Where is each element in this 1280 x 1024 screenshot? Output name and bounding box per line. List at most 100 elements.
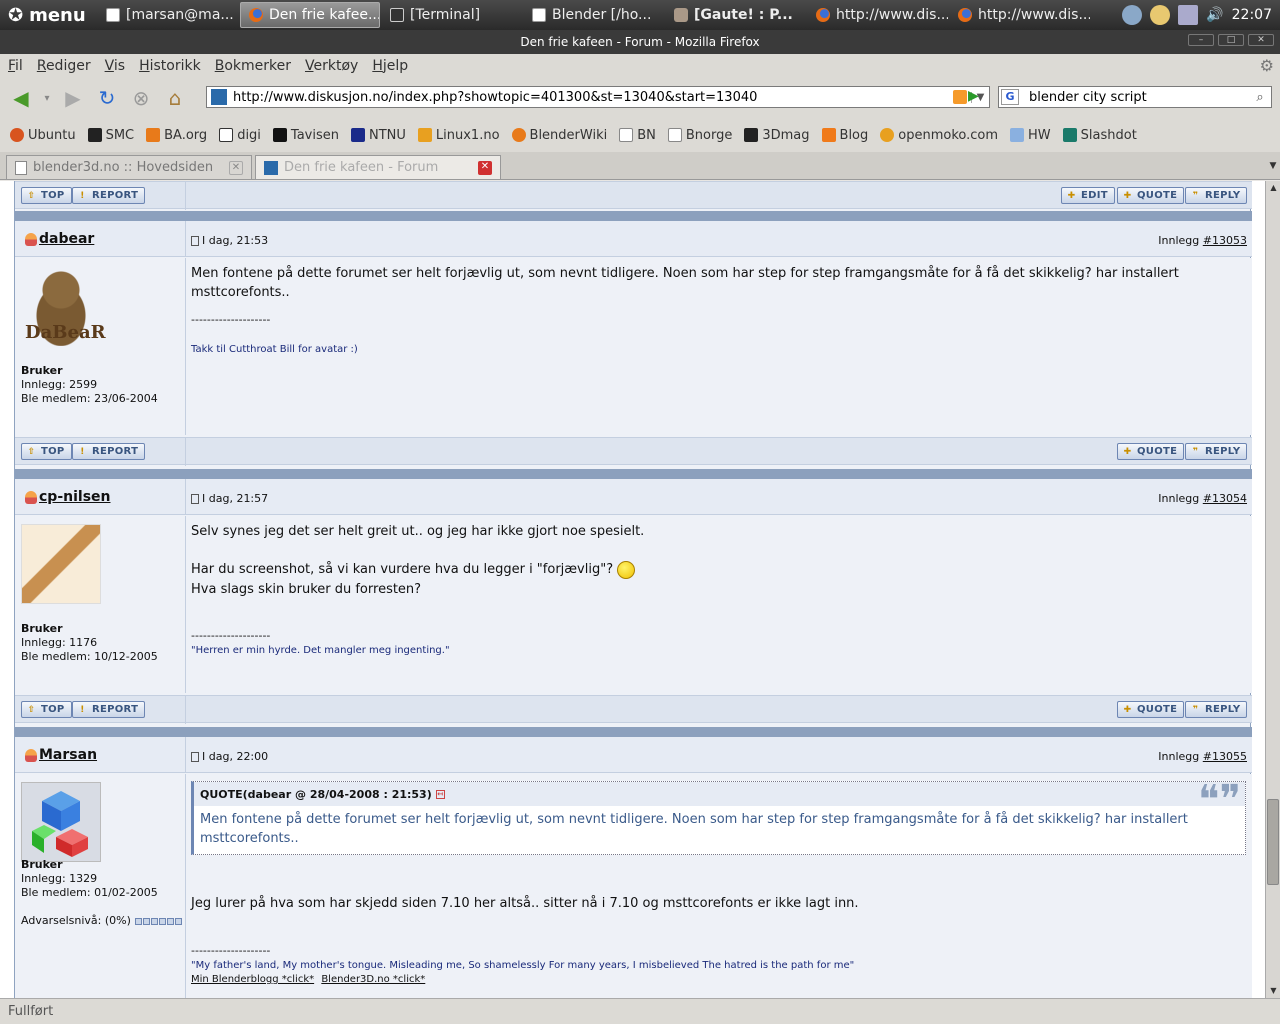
update-icon[interactable] bbox=[1122, 5, 1143, 25]
top-button[interactable]: ⇧ TOP bbox=[21, 443, 72, 460]
menu-edit[interactable]: Rediger bbox=[37, 58, 91, 74]
stop-icon[interactable]: ⊗ bbox=[128, 85, 154, 111]
user-member-since: Ble medlem: 10/12-2005 bbox=[21, 650, 158, 663]
reply-button[interactable]: ❞ REPLY bbox=[1185, 701, 1248, 718]
menu-bookmarks[interactable]: Bokmerker bbox=[215, 58, 291, 74]
clock[interactable]: 22:07 bbox=[1232, 7, 1272, 23]
go-arrow-icon[interactable]: ▶ bbox=[968, 88, 988, 108]
bookmark-blog[interactable]: Blog bbox=[821, 128, 868, 143]
taskbar-item-firefox-forum[interactable]: Den frie kafee... bbox=[240, 2, 380, 28]
menu-button[interactable]: ✪ menu bbox=[0, 0, 96, 30]
signature-link-blender3d[interactable]: Blender3D.no *click* bbox=[321, 974, 425, 985]
edit-button[interactable]: ✚ EDIT bbox=[1061, 187, 1115, 204]
bookmark-ubuntu[interactable]: Ubuntu bbox=[10, 128, 76, 143]
search-icon[interactable]: ⌕ bbox=[1249, 90, 1271, 105]
bookmark-openmoko[interactable]: openmoko.com bbox=[880, 128, 998, 143]
scroll-up-arrow-icon[interactable]: ▲ bbox=[1266, 181, 1280, 195]
quote-marks-icon: ❞ bbox=[1192, 190, 1199, 201]
page-scrollbar[interactable]: ▲ ▼ bbox=[1265, 181, 1280, 998]
bookmark-blenderwiki[interactable]: BlenderWiki bbox=[511, 128, 607, 143]
tab-blender3d[interactable]: blender3d.no :: Hovedsiden ✕ bbox=[6, 155, 252, 179]
search-box[interactable]: G ⌕ bbox=[998, 86, 1272, 108]
quote-button[interactable]: ✚ QUOTE bbox=[1117, 443, 1185, 460]
taskbar-item-blender[interactable]: Blender [/ho... bbox=[524, 2, 664, 28]
network-icon[interactable] bbox=[1178, 5, 1199, 25]
menu-history[interactable]: Historikk bbox=[139, 58, 201, 74]
top-button[interactable]: ⇧ TOP bbox=[21, 701, 72, 718]
bookmark-ba-org[interactable]: BA.org bbox=[146, 128, 207, 143]
reply-button[interactable]: ❞ REPLY bbox=[1185, 187, 1248, 204]
menu-help[interactable]: Hjelp bbox=[372, 58, 408, 74]
bookmark-bn[interactable]: BN bbox=[619, 128, 656, 143]
bookmark-label: 3Dmag bbox=[762, 127, 810, 143]
search-engine-google-icon[interactable]: G bbox=[1001, 89, 1019, 105]
bookmark-hw[interactable]: HW bbox=[1010, 128, 1051, 143]
post-author-link[interactable]: dabear bbox=[25, 231, 94, 247]
taskbar-item-terminal[interactable]: [Terminal] bbox=[382, 2, 522, 28]
report-button[interactable]: ! REPORT bbox=[72, 443, 146, 460]
minimize-icon[interactable]: – bbox=[1188, 34, 1214, 46]
bookmark-digi[interactable]: digi bbox=[219, 128, 261, 143]
bookmark-3dmag[interactable]: 3Dmag bbox=[744, 127, 810, 143]
post-date: I dag, 21:57 bbox=[191, 492, 268, 505]
bookmark-slashdot[interactable]: Slashdot bbox=[1062, 128, 1137, 143]
url-bar[interactable]: ▼ bbox=[206, 86, 990, 108]
post-number-link[interactable]: #13055 bbox=[1203, 750, 1247, 763]
signature-separator: -------------------- bbox=[191, 629, 271, 642]
taskbar-item-firefox-1[interactable]: http://www.dis... bbox=[808, 2, 948, 28]
tab-forum[interactable]: Den frie kafeen - Forum ✕ bbox=[255, 155, 501, 179]
volume-icon[interactable]: 🔊 bbox=[1206, 7, 1223, 23]
bookmark-bnorge[interactable]: Bnorge bbox=[667, 128, 732, 143]
menu-tools[interactable]: Verktøy bbox=[305, 58, 358, 74]
taskbar-item-gaute[interactable]: [Gaute! : P... bbox=[666, 2, 806, 28]
quote-button[interactable]: ✚ QUOTE bbox=[1117, 701, 1185, 718]
post-message-line: Selv synes jeg det ser helt greit ut.. o… bbox=[191, 524, 645, 539]
close-icon[interactable]: ✕ bbox=[1248, 34, 1274, 46]
forward-arrow-icon[interactable]: ▶ bbox=[60, 85, 86, 111]
user-icon[interactable] bbox=[1150, 5, 1171, 25]
search-input[interactable] bbox=[1029, 89, 1249, 105]
bookmark-ntnu[interactable]: NTNU bbox=[351, 128, 406, 143]
bookmark-linux1[interactable]: Linux1.no bbox=[417, 128, 500, 143]
quote-button[interactable]: ✚ QUOTE bbox=[1117, 187, 1185, 204]
bookmark-tavisen[interactable]: Tavisen bbox=[272, 128, 339, 143]
username: cp-nilsen bbox=[39, 489, 111, 505]
post-actions-bar: ⇧ TOP ! REPORT ✚ QUOTE ❞ REPLY bbox=[15, 437, 1252, 466]
maximize-icon[interactable]: □ bbox=[1218, 34, 1244, 46]
user-post-count: Innlegg: 1176 bbox=[21, 636, 98, 649]
user-icon bbox=[25, 490, 37, 504]
bookmark-smc[interactable]: SMC bbox=[87, 128, 134, 143]
reload-icon[interactable]: ↻ bbox=[94, 85, 120, 111]
scroll-down-arrow-icon[interactable]: ▼ bbox=[1266, 984, 1280, 998]
button-label: REPLY bbox=[1205, 190, 1241, 201]
post-icon bbox=[191, 235, 199, 246]
taskbar-item-firefox-2[interactable]: http://www.dis... bbox=[950, 2, 1090, 28]
back-history-dropdown-icon[interactable]: ▾ bbox=[42, 85, 52, 111]
menu-file[interactable]: Fil bbox=[8, 58, 23, 74]
post-author-link[interactable]: cp-nilsen bbox=[25, 489, 111, 505]
button-label: REPORT bbox=[92, 190, 139, 201]
user-member-since: Ble medlem: 23/06-2004 bbox=[21, 392, 158, 405]
back-arrow-icon[interactable]: ◀ bbox=[8, 85, 34, 111]
tab-close-icon[interactable]: ✕ bbox=[229, 160, 243, 175]
tab-close-icon[interactable]: ✕ bbox=[478, 160, 492, 175]
post-author-link[interactable]: Marsan bbox=[25, 747, 97, 763]
rss-feed-icon[interactable] bbox=[953, 90, 967, 104]
reply-button[interactable]: ❞ REPLY bbox=[1185, 443, 1248, 460]
top-button[interactable]: ⇧ TOP bbox=[21, 187, 72, 204]
menu-view[interactable]: Vis bbox=[105, 58, 125, 74]
post-number-link[interactable]: #13053 bbox=[1203, 234, 1247, 247]
ubuntu-logo-icon: ✪ bbox=[8, 4, 24, 26]
scrollbar-thumb[interactable] bbox=[1267, 799, 1279, 885]
report-button[interactable]: ! REPORT bbox=[72, 701, 146, 718]
quote-link-icon[interactable]: ↤ bbox=[435, 789, 445, 799]
report-button[interactable]: ! REPORT bbox=[72, 187, 146, 204]
user-post-count: Innlegg: 1329 bbox=[21, 872, 98, 885]
signature-link-blenderblogg[interactable]: Min Blenderblogg *click* bbox=[191, 974, 314, 985]
taskbar-item-marsan[interactable]: [marsan@ma... bbox=[98, 2, 238, 28]
task-label: [Terminal] bbox=[410, 7, 481, 23]
home-icon[interactable]: ⌂ bbox=[162, 85, 188, 111]
url-input[interactable] bbox=[233, 89, 953, 105]
post-number-link[interactable]: #13054 bbox=[1203, 492, 1247, 505]
tab-list-dropdown-icon[interactable]: ▼ bbox=[1266, 156, 1280, 176]
